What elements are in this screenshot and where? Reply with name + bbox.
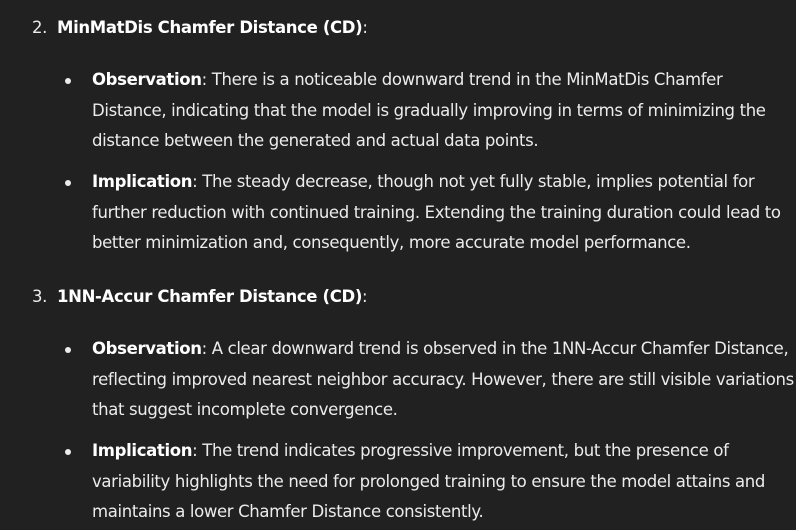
bullet-label: Observation [92,70,202,89]
bullet-text: Observation: There is a noticeable downw… [92,65,796,157]
bullet-text: Implication: The steady decrease, though… [92,167,796,259]
bullet-body: : The steady decrease, though not yet fu… [92,172,781,252]
bullet-item-observation: Observation: A clear downward trend is o… [65,334,796,426]
bullet-label: Implication [92,172,193,191]
bullet-text: Implication: The trend indicates progres… [92,436,796,528]
bullet-item-implication: Implication: The trend indicates progres… [65,436,796,528]
list-number: 3. [32,287,48,306]
section-colon: : [362,18,368,37]
bullet-item-implication: Implication: The steady decrease, though… [65,167,796,259]
bullet-dot-icon [65,180,71,186]
bullet-body: : The trend indicates progressive improv… [92,441,766,521]
bullet-label: Implication [92,441,193,460]
chat-message-content: 2. MinMatDis Chamfer Distance (CD): Obser… [0,0,796,530]
list-number: 2. [32,18,48,37]
bullet-label: Observation [92,339,202,358]
bullet-dot-icon [65,449,71,455]
section-colon: : [362,287,368,306]
section-title: MinMatDis Chamfer Distance (CD) [57,18,363,37]
bullet-text: Observation: A clear downward trend is o… [92,334,796,426]
bullet-dot-icon [65,78,71,84]
bullet-dot-icon [65,347,71,353]
section-heading: 2. MinMatDis Chamfer Distance (CD): [32,13,368,44]
bullet-item-observation: Observation: There is a noticeable downw… [65,65,796,157]
section-title: 1NN-Accur Chamfer Distance (CD) [57,287,363,306]
section-heading: 3. 1NN-Accur Chamfer Distance (CD): [32,282,368,313]
